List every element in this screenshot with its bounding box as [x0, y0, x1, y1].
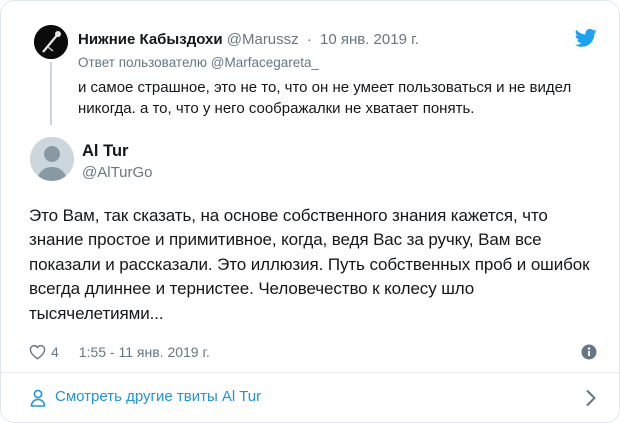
thread-connector-line: [50, 62, 52, 125]
parent-date[interactable]: 10 янв. 2019 г.: [320, 31, 419, 48]
heart-icon[interactable]: [29, 344, 46, 360]
parent-avatar[interactable]: [34, 25, 68, 59]
parent-author-name[interactable]: Нижние Кабыздохи: [78, 31, 223, 48]
chevron-right-icon[interactable]: [585, 389, 597, 407]
like-count[interactable]: 4: [51, 344, 59, 360]
twitter-bird-icon[interactable]: [575, 28, 597, 48]
parent-tweet[interactable]: Нижние Кабыздохи @Marussz · 10 янв. 2019…: [1, 1, 619, 129]
default-avatar-icon: [30, 137, 74, 181]
reply-to-prefix: Ответ пользователю: [78, 55, 208, 70]
info-icon[interactable]: [581, 344, 597, 360]
main-author-name[interactable]: Al Tur: [82, 142, 128, 161]
embedded-tweet-card: Нижние Кабыздохи @Marussz · 10 янв. 2019…: [0, 0, 620, 423]
main-avatar[interactable]: [30, 137, 74, 181]
tweet-timestamp[interactable]: 1:55 - 11 янв. 2019 г.: [79, 344, 210, 360]
main-author-handle[interactable]: @AlTurGo: [82, 164, 153, 181]
parent-tweet-text: и самое страшное, это не то, что он не у…: [78, 79, 572, 117]
parent-header: Нижние Кабыздохи @Marussz · 10 янв. 2019…: [78, 31, 419, 48]
more-tweets-label[interactable]: Смотреть другие твиты Al Tur: [55, 388, 261, 405]
parent-avatar-image: [34, 25, 68, 59]
reply-to-handle-link[interactable]: @Marfacegareta_: [211, 55, 319, 70]
more-tweets-link[interactable]: Смотреть другие твиты Al Tur: [1, 373, 619, 422]
tweet-meta-row: 4 1:55 - 11 янв. 2019 г.: [29, 342, 210, 362]
person-icon: [30, 389, 46, 407]
reply-to-line: Ответ пользователю @Marfacegareta_: [78, 55, 319, 70]
parent-author-handle[interactable]: @Marussz: [227, 31, 299, 48]
header-separator: ·: [306, 31, 312, 48]
main-tweet-text: Это Вам, так сказать, на основе собствен…: [29, 206, 590, 323]
